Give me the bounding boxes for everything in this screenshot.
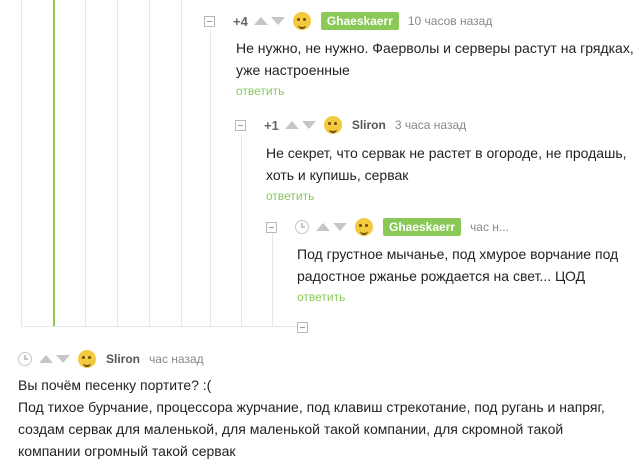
upvote-icon[interactable] [284, 121, 299, 129]
comment-text-line: создам сервак для маленькой, для маленьк… [18, 421, 564, 437]
comment: +4 Ghaeskaerr 10 часов назад Не нужно, н… [204, 11, 644, 100]
reply-link[interactable]: ответить [236, 84, 284, 98]
collapse-icon[interactable] [204, 15, 215, 27]
comment-text-line: компании огромный такой сервак [18, 443, 236, 459]
avatar-icon[interactable] [323, 116, 342, 134]
comment-text-line: Вы почём песенку портите? :( [18, 377, 212, 393]
comment: Sliron час назад Вы почём песенку портит… [18, 349, 644, 462]
upvote-icon[interactable] [253, 17, 268, 25]
avatar-icon[interactable] [355, 218, 373, 236]
collapse-icon[interactable] [266, 221, 277, 233]
username[interactable]: Ghaeskaerr [320, 12, 399, 30]
thread-line [181, 0, 182, 327]
collapse-icon[interactable] [235, 119, 246, 131]
username[interactable]: Ghaeskaerr [383, 218, 462, 236]
comment-text-line: Под тихое бурчание, процессора журчание,… [18, 399, 605, 415]
avatar-icon[interactable] [292, 12, 311, 30]
thread-line [117, 0, 118, 327]
thread-line [21, 0, 22, 327]
comment-time: час назад [149, 352, 204, 366]
downvote-icon[interactable] [301, 121, 316, 129]
comment: Ghaeskaerr час н... Под грустное мычанье… [266, 217, 644, 306]
upvote-icon[interactable] [39, 355, 53, 363]
comment-text-line: Под грустное мычанье, под хмурое ворчани… [297, 246, 619, 262]
comment-text-line: радостное ржанье рождается на свет... ЦО… [297, 268, 586, 284]
username[interactable]: Sliron [352, 118, 386, 132]
thread-line [149, 0, 150, 327]
reply-link[interactable]: ответить [297, 290, 345, 304]
comment-body: Вы почём песенку портите? :( Под тихое б… [18, 374, 644, 462]
comment-body: Не нужно, не нужно. Фаерволы и серверы р… [236, 37, 644, 100]
thread-line-active [53, 0, 55, 327]
comment-header: Sliron час назад [18, 349, 644, 369]
thread-line [85, 0, 86, 327]
upvote-icon[interactable] [316, 223, 330, 231]
collapse-thread-icon[interactable] [297, 322, 308, 333]
username[interactable]: Sliron [106, 352, 140, 366]
comment-rating: +1 [264, 117, 279, 133]
comment-header: +4 Ghaeskaerr 10 часов назад [204, 11, 644, 31]
comment: +1 Sliron 3 часа назад Не секрет, что се… [235, 115, 644, 205]
comment-time: 3 часа назад [394, 118, 467, 132]
comment-body: Под грустное мычанье, под хмурое ворчани… [297, 243, 644, 306]
thread-end-line [21, 326, 297, 327]
downvote-icon[interactable] [56, 355, 70, 363]
reply-link[interactable]: ответить [266, 189, 314, 203]
downvote-icon[interactable] [270, 17, 285, 25]
comment-text-line: хоть и купишь, сервак [266, 167, 409, 183]
avatar-icon[interactable] [78, 350, 96, 368]
comment-time: час н... [470, 220, 509, 234]
comment-text-line: Не нужно, не нужно. Фаерволы и серверы р… [236, 40, 634, 56]
comment-text-line: Не секрет, что сервак не растет в огород… [266, 145, 627, 161]
clock-icon [18, 352, 32, 366]
comment-text-line: уже настроенные [236, 62, 350, 78]
downvote-icon[interactable] [333, 223, 347, 231]
comment-body: Не секрет, что сервак не растет в огород… [266, 142, 644, 205]
comment-header: Ghaeskaerr час н... [266, 217, 644, 237]
comment-header: +1 Sliron 3 часа назад [235, 115, 644, 135]
comment-time: 10 часов назад [407, 14, 493, 28]
comment-rating: +4 [233, 13, 248, 29]
clock-icon [295, 220, 309, 234]
